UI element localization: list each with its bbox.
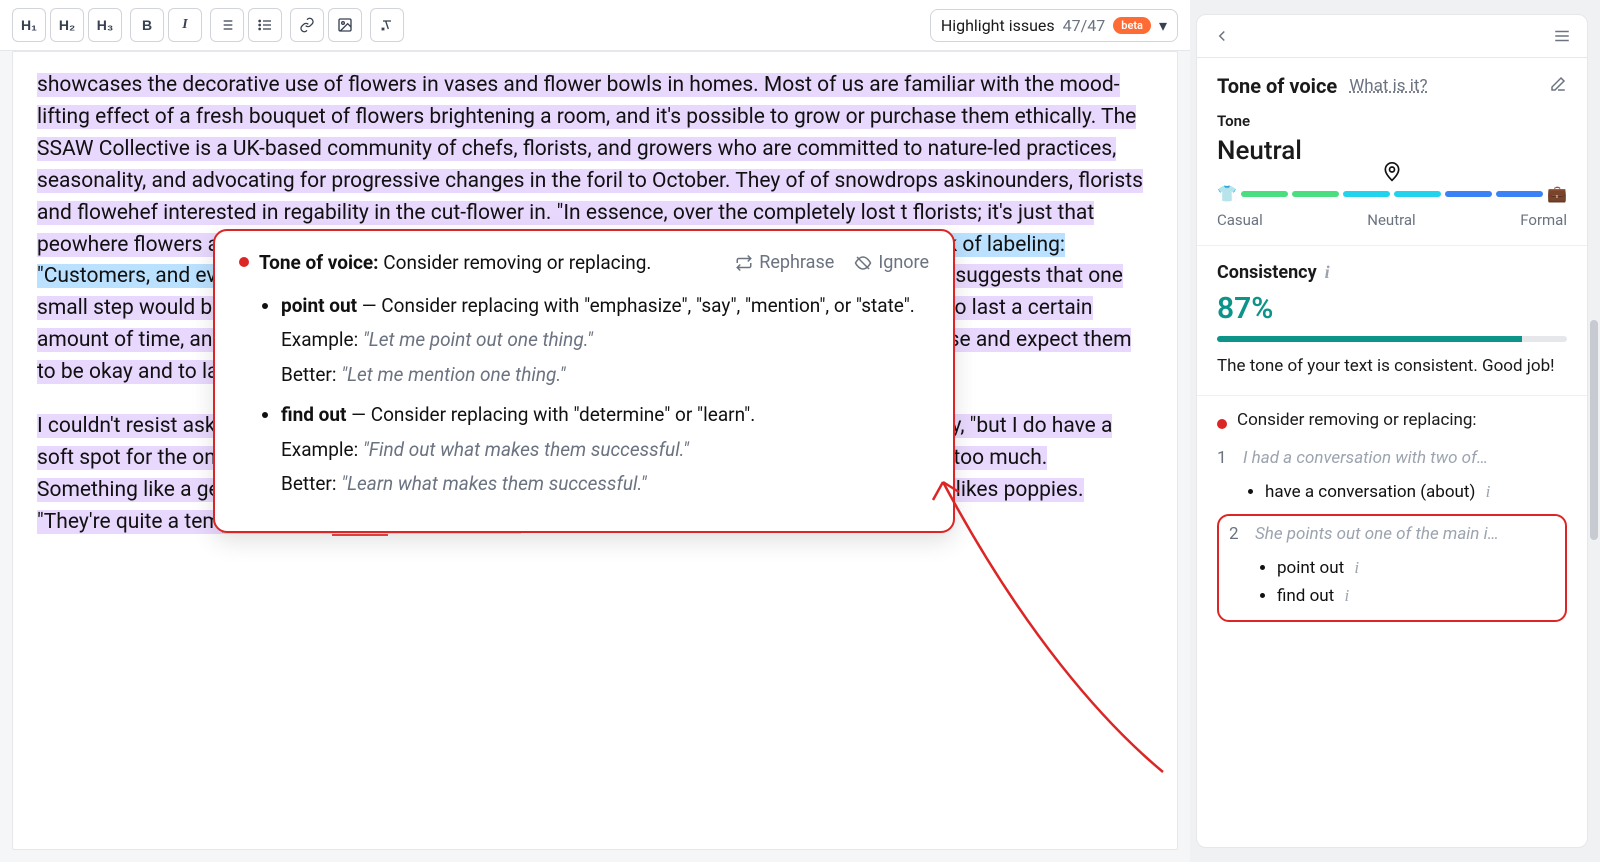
tone-suggestion-popup: Tone of voice: Consider removing or repl… <box>213 229 955 533</box>
rephrase-icon <box>735 254 753 272</box>
consistency-bar <box>1217 336 1567 342</box>
highlight-count: 47/47 <box>1063 16 1106 35</box>
italic-button[interactable]: I <box>168 8 202 42</box>
issue-item-active[interactable]: 2 She points out one of the main i… poin… <box>1217 514 1567 622</box>
unordered-list-button[interactable] <box>248 8 282 42</box>
tone-section-title: Tone of voice <box>1217 74 1337 98</box>
info-icon[interactable]: i <box>1344 586 1349 605</box>
ignore-button[interactable]: Ignore <box>854 249 929 276</box>
popup-suggestion-item: find out — Consider replacing with "dete… <box>281 401 929 499</box>
info-icon[interactable]: i <box>1325 262 1330 283</box>
consistency-percent: 87% <box>1217 291 1567 326</box>
consistency-bar-fill <box>1217 336 1522 342</box>
highlight-issues-dropdown[interactable]: Highlight issues 47/47 beta ▾ <box>930 9 1178 42</box>
issue-phrase[interactable]: find out i <box>1277 582 1555 610</box>
info-icon[interactable]: i <box>1354 558 1359 577</box>
issue-phrase[interactable]: point out i <box>1277 554 1555 582</box>
issue-hint: Consider removing or replacing: <box>1237 410 1477 430</box>
heading2-button[interactable]: H₂ <box>50 8 84 42</box>
popup-suggestion-item: point out — Consider replacing with "emp… <box>281 292 929 390</box>
scale-neutral: Neutral <box>1367 211 1415 229</box>
issue-phrase[interactable]: have a conversation (about) i <box>1265 478 1567 506</box>
image-button[interactable] <box>328 8 362 42</box>
consistency-message: The tone of your text is consistent. Goo… <box>1217 354 1567 379</box>
issue-dot-icon <box>1217 419 1227 429</box>
info-icon[interactable]: i <box>1486 482 1491 501</box>
tone-panel: Tone of voice What is it? Tone Neutral 👕… <box>1196 14 1588 848</box>
scrollbar-thumb[interactable] <box>1590 320 1598 540</box>
clear-format-button[interactable] <box>370 8 404 42</box>
formal-icon: 💼 <box>1547 184 1567 203</box>
consistency-title: Consistency <box>1217 262 1317 283</box>
tone-scale: 👕 💼 Casual Neutral Formal <box>1217 184 1567 229</box>
scale-formal: Formal <box>1520 211 1567 229</box>
tone-pin-icon <box>1382 162 1402 186</box>
edit-icon[interactable] <box>1549 75 1567 97</box>
menu-icon[interactable] <box>1553 27 1571 45</box>
scale-casual: Casual <box>1217 211 1263 229</box>
link-button[interactable] <box>290 8 324 42</box>
highlight-label: Highlight issues <box>941 16 1055 35</box>
editor-toolbar: H₁ H₂ H₃ B I Highlight issues <box>0 0 1190 51</box>
issue-item[interactable]: 1 I had a conversation with two of… have… <box>1217 448 1567 506</box>
popup-category: Tone of voice: <box>259 251 379 274</box>
ignore-icon <box>854 254 872 272</box>
popup-message: Consider removing or replacing. <box>383 251 651 274</box>
chevron-down-icon: ▾ <box>1159 16 1167 35</box>
editor-body[interactable]: showcases the decorative use of flowers … <box>12 51 1178 850</box>
ordered-list-button[interactable] <box>210 8 244 42</box>
heading3-button[interactable]: H₃ <box>88 8 122 42</box>
tone-label: Tone <box>1217 112 1567 130</box>
casual-icon: 👕 <box>1217 184 1237 203</box>
heading1-button[interactable]: H₁ <box>12 8 46 42</box>
issue-dot-icon <box>239 257 249 267</box>
rephrase-button[interactable]: Rephrase <box>735 249 834 276</box>
bold-button[interactable]: B <box>130 8 164 42</box>
what-is-it-link[interactable]: What is it? <box>1349 76 1427 96</box>
back-icon[interactable] <box>1213 27 1231 45</box>
beta-badge: beta <box>1113 17 1151 34</box>
